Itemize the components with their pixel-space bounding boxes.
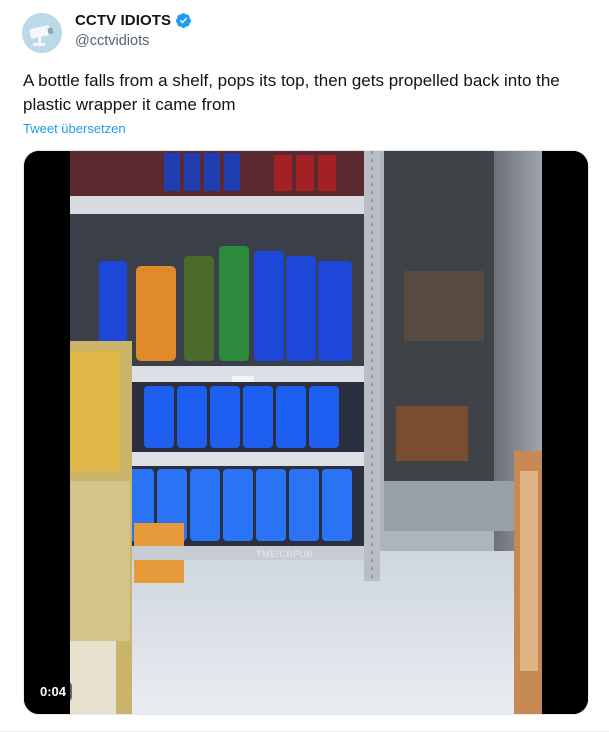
translate-tweet-link[interactable]: Tweet übersetzen xyxy=(23,121,126,136)
author-handle[interactable]: @cctvidiots xyxy=(75,33,149,49)
video-frame-image xyxy=(24,151,588,714)
video-watermark: TME/CBPUB xyxy=(256,549,314,559)
tweet-text: A bottle falls from a shelf, pops its to… xyxy=(23,71,560,114)
verified-badge-icon xyxy=(176,13,192,28)
avatar[interactable] xyxy=(22,13,62,53)
author-name-row[interactable]: CCTV IDIOTS xyxy=(75,12,192,29)
tweet-video[interactable]: TME/CBPUB 0:04 xyxy=(23,150,589,715)
video-duration: 0:04 xyxy=(34,682,73,701)
author-display-name[interactable]: CCTV IDIOTS xyxy=(75,12,171,29)
cctv-camera-icon xyxy=(22,13,62,53)
